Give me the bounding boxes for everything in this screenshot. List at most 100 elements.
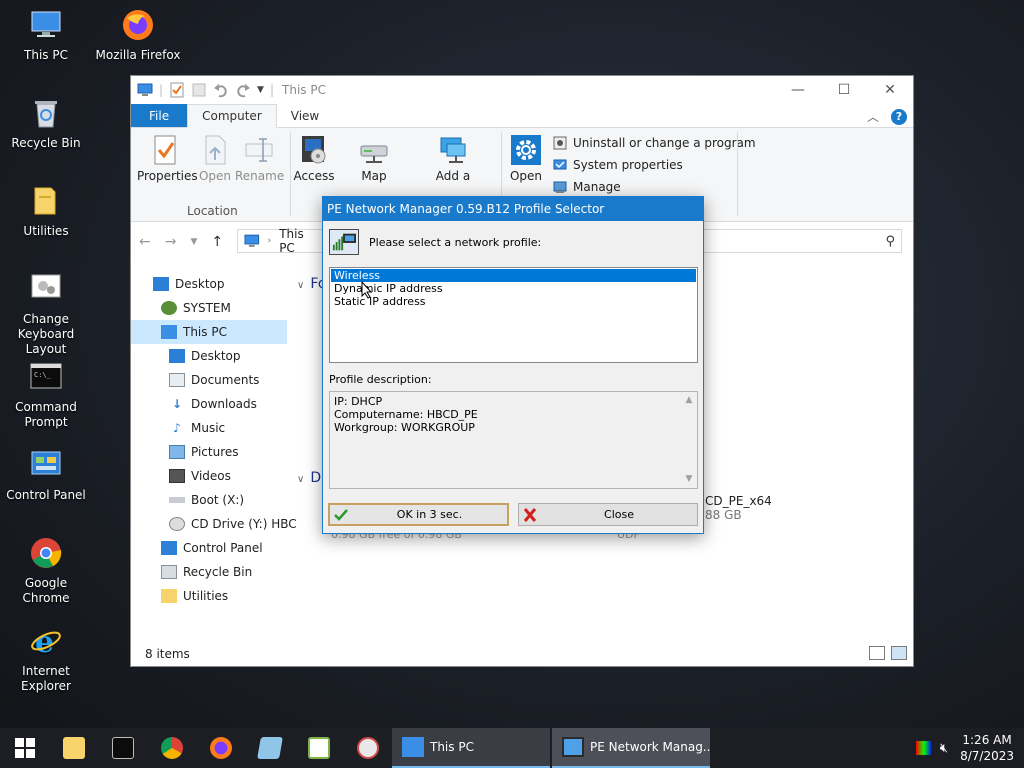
desktop-icon-firefox[interactable]: Mozilla Firefox <box>92 8 184 63</box>
open-settings-button[interactable]: Open Settings <box>503 134 549 183</box>
explorer-title-bar[interactable]: | ▼ | This PC — ☐ ✕ <box>131 76 913 104</box>
taskbar-paint-tool[interactable] <box>343 728 392 768</box>
taskbar-chrome[interactable] <box>147 728 196 768</box>
profile-description-box[interactable]: IP: DHCP Computername: HBCD_PE Workgroup… <box>329 391 698 489</box>
help-icon[interactable]: ? <box>891 108 907 125</box>
taskbar-task-network-manager[interactable]: PE Network Manag... <box>552 728 710 768</box>
close-dialog-button[interactable]: Close <box>518 503 698 526</box>
access-media-button[interactable]: Access media <box>293 134 335 183</box>
maximize-button[interactable]: ☐ <box>821 76 867 104</box>
keyboard-settings-icon <box>31 274 61 298</box>
desktop-icon-utilities[interactable]: Utilities <box>0 184 92 239</box>
open-button[interactable]: Open <box>195 134 235 183</box>
tree-item-videos[interactable]: Videos <box>131 464 287 488</box>
ok-button[interactable]: OK in 3 sec. <box>328 503 509 526</box>
drive-tile-cd[interactable]: CD_PE_x64 88 GB <box>705 494 772 522</box>
computer-icon <box>244 234 260 247</box>
folder-icon <box>34 187 56 215</box>
close-button[interactable]: ✕ <box>867 76 913 104</box>
clock[interactable]: 1:26 AM 8/7/2023 <box>954 732 1024 764</box>
tree-item-desktop[interactable]: Desktop <box>131 272 287 296</box>
display-color-icon[interactable] <box>915 741 932 755</box>
rename-button[interactable]: Rename <box>235 134 284 183</box>
address-chevron-icon: › <box>267 236 272 246</box>
desktop-icon-change-keyboard-layout[interactable]: Change Keyboard Layout <box>0 272 92 357</box>
tab-view[interactable]: View <box>277 104 333 127</box>
back-arrow-icon[interactable]: ← <box>139 234 151 250</box>
tree-item-cd-drive[interactable]: CD Drive (Y:) HBC <box>131 512 297 536</box>
tree-item-recycle-bin[interactable]: Recycle Bin <box>131 560 287 584</box>
tree-item-documents[interactable]: Documents <box>131 368 287 392</box>
devices-group-header[interactable]: ∨ D <box>297 470 321 486</box>
start-button[interactable] <box>0 728 49 768</box>
new-folder-icon[interactable] <box>191 82 207 98</box>
minimize-button[interactable]: — <box>775 76 821 104</box>
chrome-icon <box>160 737 183 759</box>
properties-check-icon[interactable] <box>169 82 185 98</box>
taskbar-task-this-pc[interactable]: This PC <box>392 728 550 768</box>
expand-chevron-icon: ∨ <box>297 280 305 291</box>
tree-item-pictures[interactable]: Pictures <box>131 440 287 464</box>
profile-list[interactable]: Wireless Dynamic IP address Static IP ad… <box>329 267 698 363</box>
tree-item-boot-drive[interactable]: Boot (X:) <box>131 488 287 512</box>
documents-icon <box>169 373 185 387</box>
address-bar[interactable]: › This PC <box>237 227 323 255</box>
user-icon <box>161 301 177 315</box>
recent-dropdown-icon[interactable]: ▼ <box>190 237 197 247</box>
description-scrollbar[interactable]: ▲ ▼ <box>681 392 697 488</box>
desktop-icon-google-chrome[interactable]: Google Chrome <box>0 536 92 606</box>
tree-item-system[interactable]: SYSTEM <box>131 296 287 320</box>
undo-icon[interactable] <box>213 82 229 98</box>
desktop-icon-recycle-bin[interactable]: Recycle Bin <box>0 96 92 151</box>
large-icons-view-icon[interactable] <box>891 646 907 660</box>
description-label: Profile description: <box>329 373 432 386</box>
tree-item-control-panel[interactable]: Control Panel <box>131 536 287 560</box>
list-item-dynamic-ip[interactable]: Dynamic IP address <box>331 282 696 295</box>
map-network-drive-button[interactable]: Map network drive <box>337 134 411 183</box>
taskbar-task-tool[interactable] <box>294 728 343 768</box>
ok-button-label: OK in 3 sec. <box>396 508 463 521</box>
desktop-icon-label: Change Keyboard Layout <box>17 312 75 356</box>
tree-item-utilities[interactable]: Utilities <box>131 584 287 608</box>
drive-size: 88 GB <box>705 508 742 522</box>
tree-item-downloads[interactable]: ↓ Downloads <box>131 392 287 416</box>
system-tray: 🔇︎ 1:26 AM 8/7/2023 <box>915 728 1024 768</box>
manage-button[interactable]: Manage <box>553 180 621 194</box>
scroll-down-icon[interactable]: ▼ <box>686 473 693 486</box>
tab-file[interactable]: File <box>131 104 188 127</box>
tab-computer[interactable]: Computer <box>187 104 277 128</box>
list-item-static-ip[interactable]: Static IP address <box>331 295 696 308</box>
dialog-title: PE Network Manager 0.59.B12 Profile Sele… <box>327 202 605 216</box>
redo-icon[interactable] <box>235 82 251 98</box>
scroll-up-icon[interactable]: ▲ <box>686 394 693 407</box>
collapse-ribbon-icon[interactable]: ︿ <box>867 108 879 125</box>
pictures-icon <box>169 445 185 459</box>
tree-item-desktop-sub[interactable]: Desktop <box>131 344 287 368</box>
computer-icon <box>137 83 153 96</box>
tree-item-this-pc[interactable]: This PC <box>131 320 287 344</box>
quick-access-dropdown-icon[interactable]: ▼ <box>257 85 264 95</box>
desktop-icon-command-prompt[interactable]: C:\_ Command Prompt <box>0 360 92 430</box>
add-network-location-button[interactable]: Add a network location <box>413 134 493 183</box>
dialog-title-bar[interactable]: PE Network Manager 0.59.B12 Profile Sele… <box>323 197 703 221</box>
taskbar-command-prompt[interactable] <box>98 728 147 768</box>
desktop-icon-control-panel[interactable]: Control Panel <box>0 448 92 503</box>
forward-arrow-icon[interactable]: → <box>165 234 177 250</box>
speaker-muted-icon[interactable]: 🔇︎ <box>940 741 948 756</box>
tree-item-music[interactable]: ♪ Music <box>131 416 287 440</box>
recycle-bin-icon <box>35 101 57 128</box>
system-properties-button[interactable]: System properties <box>553 158 683 172</box>
list-item-wireless[interactable]: Wireless <box>331 269 696 282</box>
properties-button[interactable]: Properties <box>137 134 198 183</box>
desktop-icon-internet-explorer[interactable]: e Internet Explorer <box>0 624 92 694</box>
taskbar-notepad[interactable] <box>245 728 294 768</box>
up-arrow-icon[interactable]: ↑ <box>211 234 223 250</box>
command-prompt-icon: C:\_ <box>30 363 62 389</box>
taskbar-firefox[interactable] <box>196 728 245 768</box>
desktop-icon-this-pc[interactable]: This PC <box>0 8 92 63</box>
status-bar: 8 items <box>131 642 913 666</box>
details-view-icon[interactable] <box>869 646 885 660</box>
uninstall-program-button[interactable]: Uninstall or change a program <box>553 136 756 150</box>
taskbar-file-explorer[interactable] <box>49 728 98 768</box>
search-input[interactable]: ⚲ <box>701 229 902 253</box>
